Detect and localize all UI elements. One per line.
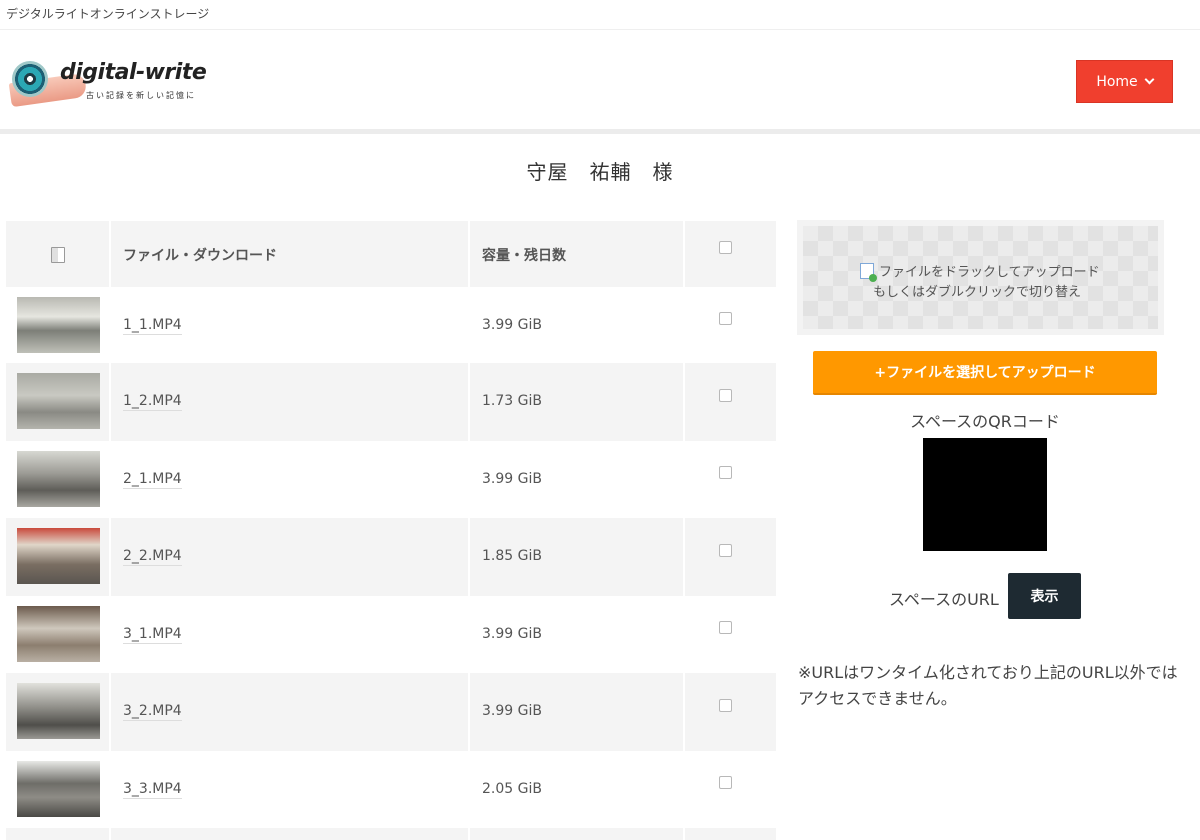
file-icon bbox=[51, 247, 65, 263]
url-notice: ※URLはワンタイム化されており上記のURL以外ではアクセスできません。 bbox=[798, 663, 1178, 708]
file-checkbox[interactable] bbox=[719, 776, 732, 789]
file-checkbox[interactable] bbox=[719, 312, 732, 325]
table-row: 1_2.MP4 1.73 GiB bbox=[6, 363, 776, 441]
disc-icon bbox=[12, 61, 48, 97]
home-button-label: Home bbox=[1096, 73, 1138, 90]
chevron-down-icon bbox=[1144, 74, 1155, 85]
header-divider bbox=[0, 129, 1200, 134]
video-thumbnail[interactable] bbox=[17, 451, 100, 507]
file-checkbox[interactable] bbox=[719, 466, 732, 479]
top-bar: デジタルライトオンラインストレージ bbox=[0, 0, 1200, 30]
table-row: 2_1.MP4 3.99 GiB bbox=[6, 441, 776, 518]
table-header-row: ファイル・ダウンロード 容量・残日数 bbox=[6, 221, 776, 287]
file-size: 3.99 GiB bbox=[482, 703, 542, 719]
qr-code-image bbox=[923, 438, 1047, 551]
logo-tagline: 古い記録を新しい記憶に bbox=[86, 91, 196, 100]
drop-zone-area[interactable]: ファイルをドラックしてアップロード もしくはダブルクリックで切り替え bbox=[803, 226, 1158, 329]
drop-zone-text: ファイルをドラックしてアップロード bbox=[879, 265, 1100, 280]
video-thumbnail[interactable] bbox=[17, 761, 100, 817]
file-column-header: ファイル・ダウンロード bbox=[123, 248, 277, 264]
file-drop-zone[interactable]: ファイルをドラックしてアップロード もしくはダブルクリックで切り替え bbox=[797, 220, 1164, 335]
table-row: 1_1.MP4 3.99 GiB bbox=[6, 287, 776, 363]
site-top-title: デジタルライトオンラインストレージ bbox=[6, 7, 210, 21]
user-name-title: 守屋 祐輔 様 bbox=[526, 160, 674, 184]
file-download-link[interactable]: 2_2.MP4 bbox=[123, 548, 182, 566]
video-thumbnail[interactable] bbox=[17, 373, 100, 429]
qr-code-title: スペースのQRコード bbox=[910, 412, 1060, 431]
file-download-link[interactable]: 1_1.MP4 bbox=[123, 317, 182, 335]
show-url-button[interactable]: 表示 bbox=[1008, 573, 1081, 619]
space-url-label: スペースのURL bbox=[889, 590, 999, 609]
file-size: 3.99 GiB bbox=[482, 317, 542, 333]
file-size: 1.73 GiB bbox=[482, 393, 542, 409]
file-checkbox[interactable] bbox=[719, 544, 732, 557]
logo-text: digital-write bbox=[60, 60, 207, 85]
table-row bbox=[6, 828, 776, 840]
select-all-checkbox[interactable] bbox=[719, 241, 732, 254]
video-thumbnail[interactable] bbox=[17, 297, 100, 353]
file-size: 1.85 GiB bbox=[482, 548, 542, 564]
file-size: 3.99 GiB bbox=[482, 626, 542, 642]
file-checkbox[interactable] bbox=[719, 699, 732, 712]
add-file-icon bbox=[860, 263, 877, 282]
file-download-link[interactable]: 3_3.MP4 bbox=[123, 781, 182, 799]
file-size: 2.05 GiB bbox=[482, 781, 542, 797]
file-download-link[interactable]: 2_1.MP4 bbox=[123, 471, 182, 489]
select-file-upload-button[interactable]: +ファイルを選択してアップロード bbox=[813, 351, 1157, 395]
file-download-link[interactable]: 3_2.MP4 bbox=[123, 703, 182, 721]
video-thumbnail[interactable] bbox=[17, 528, 100, 584]
file-download-link[interactable]: 3_1.MP4 bbox=[123, 626, 182, 644]
table-row: 2_2.MP4 1.85 GiB bbox=[6, 518, 776, 596]
file-checkbox[interactable] bbox=[719, 389, 732, 402]
logo[interactable]: digital-write 古い記録を新しい記憶に bbox=[8, 58, 210, 108]
video-thumbnail[interactable] bbox=[17, 606, 100, 662]
drop-zone-subtext: もしくはダブルクリックで切り替え bbox=[873, 285, 1082, 300]
table-row: 3_1.MP4 3.99 GiB bbox=[6, 596, 776, 673]
video-thumbnail[interactable] bbox=[17, 683, 100, 739]
table-row: 3_2.MP4 3.99 GiB bbox=[6, 673, 776, 751]
file-checkbox[interactable] bbox=[719, 621, 732, 634]
file-download-link[interactable]: 1_2.MP4 bbox=[123, 393, 182, 411]
file-size: 3.99 GiB bbox=[482, 471, 542, 487]
size-column-header: 容量・残日数 bbox=[482, 248, 566, 264]
home-menu-button[interactable]: Home bbox=[1076, 60, 1173, 103]
table-row: 3_3.MP4 2.05 GiB bbox=[6, 751, 776, 828]
